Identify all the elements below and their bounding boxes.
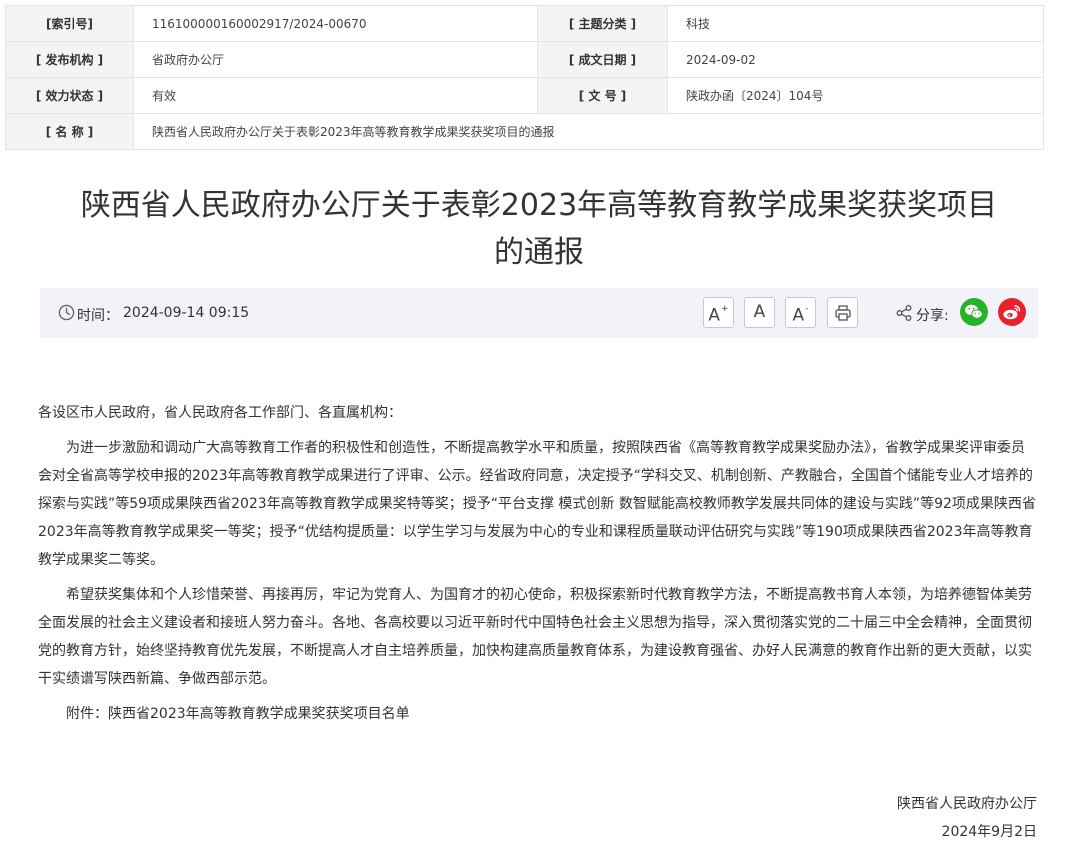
status-value: 有效 [133, 77, 538, 114]
share-icon [896, 305, 912, 321]
publish-time: 2024-09-14 09:15 [123, 305, 250, 321]
docno-value: 陕政办函〔2024〕104号 [667, 77, 1044, 114]
weibo-icon [1003, 305, 1021, 320]
font-decrease-label: A [792, 305, 805, 326]
docno-label: [ 文 号 ] [537, 77, 668, 114]
title-line-2: 的通报 [494, 235, 584, 270]
signature-block: 陕西省人民政府办公厅 2024年9月2日 [897, 790, 1037, 846]
meta-row: [索引号] 116100000160002917/2024-00670 [ 主题… [5, 5, 1044, 42]
font-increase-button[interactable]: A+ [703, 297, 734, 328]
page-title: 陕西省人民政府办公厅关于表彰2023年高等教育教学成果奖获奖项目 的通报 [40, 182, 1038, 276]
meta-row: [ 名 称 ] 陕西省人民政府办公厅关于表彰2023年高等教育教学成果奖获奖项目… [5, 113, 1044, 150]
publisher-label: [ 发布机构 ] [5, 41, 134, 78]
font-decrease-sup: - [805, 304, 809, 314]
weibo-share-button[interactable] [998, 298, 1026, 326]
metadata-table: [索引号] 116100000160002917/2024-00670 [ 主题… [5, 5, 1044, 150]
name-value: 陕西省人民政府办公厅关于表彰2023年高等教育教学成果奖获奖项目的通报 [133, 113, 1044, 150]
meta-row: [ 发布机构 ] 省政府办公厅 [ 成文日期 ] 2024-09-02 [5, 41, 1044, 78]
date-label: [ 成文日期 ] [537, 41, 668, 78]
signature-date: 2024年9月2日 [941, 824, 1037, 840]
attachment-link[interactable]: 附件：陕西省2023年高等教育教学成果奖获奖项目名单 [38, 700, 1038, 728]
date-value: 2024-09-02 [667, 41, 1044, 78]
clock-icon [58, 304, 75, 321]
font-normal-button[interactable]: A [744, 297, 775, 328]
publisher-value: 省政府办公厅 [133, 41, 538, 78]
time-label: 时间： [77, 308, 119, 324]
paragraph-2: 希望获奖集体和个人珍惜荣誉、再接再厉，牢记为党育人、为国育才的初心使命，积极探索… [38, 587, 1032, 687]
article-body: 各设区市人民政府，省人民政府各工作部门、各直属机构： 为进一步激励和调动广大高等… [38, 399, 1038, 735]
font-increase-label: A [708, 305, 721, 326]
print-button[interactable] [827, 297, 858, 328]
greeting: 各设区市人民政府，省人民政府各工作部门、各直属机构： [38, 405, 402, 421]
index-label: [索引号] [5, 5, 134, 42]
status-label: [ 效力状态 ] [5, 77, 134, 114]
share-label: 分享: [916, 308, 949, 324]
topic-value: 科技 [667, 5, 1044, 42]
wechat-icon [965, 304, 983, 319]
print-icon [834, 305, 851, 321]
topic-label: [ 主题分类 ] [537, 5, 668, 42]
font-increase-sup: + [721, 304, 729, 314]
paragraph-1: 为进一步激励和调动广大高等教育工作者的积极性和创造性，不断提高教学水平和质量，按… [38, 440, 1036, 568]
info-bar: 时间： 2024-09-14 09:15 A+ A A- 分享: [40, 288, 1038, 338]
font-normal-label: A [753, 302, 766, 322]
font-decrease-button[interactable]: A- [785, 297, 816, 328]
title-line-1: 陕西省人民政府办公厅关于表彰2023年高等教育教学成果奖获奖项目 [80, 188, 998, 223]
index-value: 116100000160002917/2024-00670 [133, 5, 538, 42]
wechat-share-button[interactable] [960, 298, 988, 326]
meta-row: [ 效力状态 ] 有效 [ 文 号 ] 陕政办函〔2024〕104号 [5, 77, 1044, 114]
name-label: [ 名 称 ] [5, 113, 134, 150]
signature-org: 陕西省人民政府办公厅 [897, 796, 1037, 812]
